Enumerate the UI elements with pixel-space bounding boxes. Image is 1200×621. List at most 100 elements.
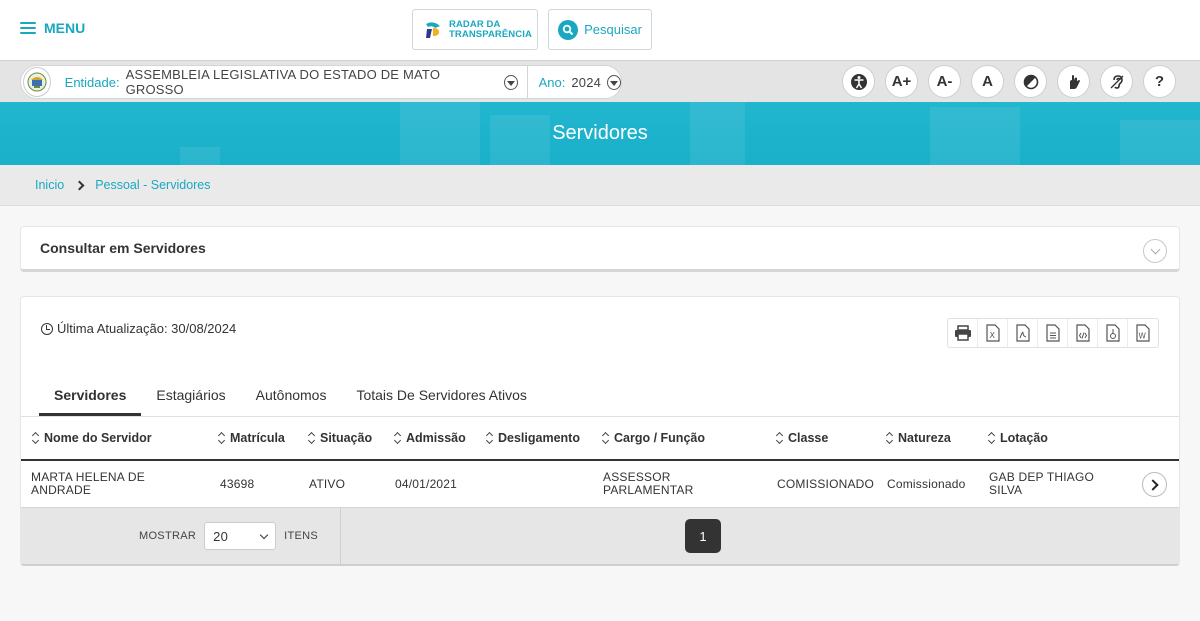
pagination-bar: MOSTRAR 20 ITENS 1: [21, 507, 1179, 564]
chevron-down-icon[interactable]: [1143, 239, 1167, 263]
cell-text: ANDRADE: [31, 483, 92, 497]
menu-button[interactable]: MENU: [20, 20, 85, 36]
tab-bar: Servidores Estagiários Autônomos Totais …: [39, 387, 542, 416]
column-label: Nome do Servidor: [44, 431, 152, 445]
print-icon[interactable]: [948, 319, 978, 347]
cell-cargo: ASSESSOR PARLAMENTAR: [603, 461, 693, 507]
font-decrease-button[interactable]: A-: [928, 65, 961, 98]
search-label: Pesquisar: [584, 22, 642, 37]
svg-text:W: W: [1139, 332, 1147, 341]
breadcrumb-home-link[interactable]: Inicio: [35, 178, 64, 192]
radar-logo-icon: [426, 21, 440, 38]
page-size-select[interactable]: 20: [204, 522, 277, 550]
state-emblem-icon: [23, 67, 51, 97]
consult-panel[interactable]: Consultar em Servidores: [20, 226, 1180, 272]
sort-icon: [988, 432, 995, 444]
column-header-natureza[interactable]: Natureza: [886, 431, 951, 445]
cell-lotacao: GAB DEP THIAGO SILVA: [989, 461, 1094, 507]
sort-icon: [218, 432, 225, 444]
sort-icon: [776, 432, 783, 444]
column-label: Lotação: [1000, 431, 1048, 445]
year-dropdown-icon[interactable]: [607, 74, 621, 90]
csv-file-icon[interactable]: [1098, 319, 1128, 347]
column-header-admissao[interactable]: Admissão: [394, 431, 466, 445]
page-size-value: 20: [213, 528, 229, 544]
radar-line2: TRANSPARÊNCIA: [449, 28, 532, 40]
cell-natureza: Comissionado: [887, 476, 966, 491]
page-size-control: MOSTRAR 20 ITENS: [21, 508, 341, 564]
top-header: MENU RADAR DA TRANSPARÊNCIA Pesquisar: [0, 0, 1200, 60]
last-update: Última Atualização: 30/08/2024: [41, 321, 236, 336]
cell-situacao: ATIVO: [309, 476, 346, 491]
tab-autonomos[interactable]: Autônomos: [241, 387, 342, 416]
radar-line1: RADAR DA: [449, 18, 501, 30]
svg-text:X: X: [989, 331, 995, 340]
table-row[interactable]: MARTA HELENA DE ANDRADE 43698 ATIVO 04/01…: [21, 461, 1179, 507]
font-increase-button[interactable]: A+: [885, 65, 918, 98]
show-label: MOSTRAR: [138, 530, 197, 542]
column-header-lotacao[interactable]: Lotação: [988, 431, 1048, 445]
help-button[interactable]: ?: [1143, 65, 1176, 98]
hearing-icon[interactable]: [1100, 65, 1133, 98]
column-label: Situação: [320, 431, 373, 445]
entity-selector: Entidade: ASSEMBLEIA LEGISLATIVA DO ESTA…: [20, 65, 622, 99]
column-header-cargo[interactable]: Cargo / Função: [602, 431, 705, 445]
tab-estagiarios[interactable]: Estagiários: [141, 387, 240, 416]
column-label: Matrícula: [230, 431, 285, 445]
column-header-nome[interactable]: Nome do Servidor: [32, 431, 152, 445]
column-header-desligamento[interactable]: Desligamento: [486, 431, 580, 445]
last-update-text: Última Atualização: 30/08/2024: [57, 321, 237, 336]
tab-servidores[interactable]: Servidores: [39, 387, 142, 416]
entity-bar: Entidade: ASSEMBLEIA LEGISLATIVA DO ESTA…: [0, 60, 1200, 102]
servidores-card: Última Atualização: 30/08/2024 X W Servi…: [20, 296, 1180, 566]
column-label: Desligamento: [498, 431, 580, 445]
page-banner: Servidores: [0, 102, 1200, 165]
cell-classe: COMISSIONADO: [777, 476, 875, 491]
year-value[interactable]: 2024: [571, 75, 601, 90]
export-toolbar: X W: [947, 318, 1159, 348]
cell-admissao: 04/01/2021: [395, 476, 458, 491]
items-label: ITENS: [284, 530, 318, 542]
word-file-icon[interactable]: W: [1128, 319, 1158, 347]
entity-dropdown-icon[interactable]: [503, 74, 518, 90]
text-file-icon[interactable]: [1038, 319, 1068, 347]
sign-language-icon[interactable]: [1057, 65, 1090, 98]
menu-label: MENU: [44, 20, 86, 36]
breadcrumb: Inicio Pessoal - Servidores: [0, 165, 1200, 206]
cell-nome: MARTA HELENA DE ANDRADE: [31, 461, 145, 507]
column-label: Classe: [788, 431, 829, 445]
accessibility-icon[interactable]: [842, 65, 875, 98]
breadcrumb-current[interactable]: Pessoal - Servidores: [95, 178, 210, 192]
excel-icon[interactable]: X: [978, 319, 1008, 347]
font-reset-button[interactable]: A: [971, 65, 1004, 98]
divider: [526, 65, 528, 99]
entity-value[interactable]: ASSEMBLEIA LEGISLATIVA DO ESTADO DE MATO…: [126, 67, 471, 97]
sort-icon: [32, 432, 39, 444]
consult-title: Consultar em Servidores: [40, 240, 206, 256]
cell-text: PARLAMENTAR: [603, 483, 694, 497]
year-label: Ano:: [538, 74, 566, 90]
radar-transparencia-button[interactable]: RADAR DA TRANSPARÊNCIA: [412, 9, 538, 50]
search-button[interactable]: Pesquisar: [548, 9, 652, 50]
tab-totais-servidores-ativos[interactable]: Totais De Servidores Ativos: [341, 387, 541, 416]
column-header-situacao[interactable]: Situação: [308, 431, 372, 445]
clock-icon: [41, 322, 53, 335]
hamburger-icon: [20, 22, 36, 34]
contrast-icon[interactable]: [1014, 65, 1047, 98]
page-button-1[interactable]: 1: [685, 519, 721, 553]
row-detail-chevron-icon[interactable]: [1142, 472, 1167, 497]
table-header: Nome do Servidor Matrícula Situação Admi…: [21, 417, 1179, 461]
pdf-icon[interactable]: [1008, 319, 1038, 347]
column-label: Admissão: [406, 431, 466, 445]
sort-icon: [602, 432, 609, 444]
sort-icon: [308, 432, 315, 444]
column-header-matricula[interactable]: Matrícula: [218, 431, 285, 445]
column-header-classe[interactable]: Classe: [776, 431, 828, 445]
cell-matricula: 43698: [220, 476, 255, 491]
entity-label: Entidade:: [64, 74, 120, 90]
sort-icon: [394, 432, 401, 444]
page-title: Servidores: [552, 122, 648, 144]
sort-icon: [486, 432, 493, 444]
html-file-icon[interactable]: [1068, 319, 1098, 347]
column-label: Cargo / Função: [614, 431, 705, 445]
